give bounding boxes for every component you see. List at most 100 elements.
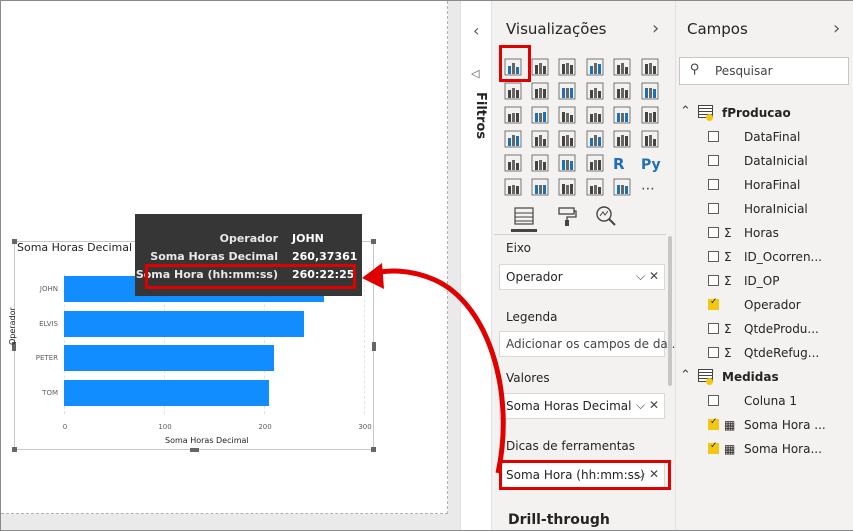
sigma-icon: Σ [724,346,732,360]
scatter-icon[interactable] [558,106,578,126]
checkbox[interactable] [708,395,719,406]
clustered-bar-icon[interactable] [558,58,578,78]
field-item[interactable]: DataInicial [676,151,851,173]
scrollbar[interactable] [668,236,672,386]
field-item[interactable]: Coluna 1 [676,391,851,413]
gauge-icon[interactable] [586,130,606,150]
slicer-icon[interactable] [531,154,551,174]
field-name: DataFinal [744,130,801,144]
fields-title: Campos [687,20,748,38]
kpi-icon[interactable] [504,154,524,174]
field-name: Soma Hora... [744,442,822,456]
bar[interactable] [64,310,304,337]
treemap-icon[interactable] [641,106,661,126]
tooltip-key: Operador [219,232,278,245]
field-name: HoraFinal [744,178,801,192]
filled-map-icon[interactable] [531,130,551,150]
multi-row-card-icon[interactable] [641,130,661,150]
field-item[interactable]: ✓ ▦ Soma Hora ... [676,415,851,437]
paint-roller-icon[interactable] [556,205,578,227]
analytics-magnifier-icon[interactable] [594,204,618,228]
field-item[interactable]: ✓ ▦ Soma Hora... [676,439,851,461]
checkbox[interactable] [708,203,719,214]
stacked-column-icon[interactable] [531,58,551,78]
matrix-icon[interactable] [586,154,606,174]
field-name: QtdeProdu... [744,322,819,336]
chevron-left-icon[interactable]: ‹ [473,21,479,40]
decomposition-tree-icon[interactable] [531,178,551,198]
donut-icon[interactable] [613,106,633,126]
field-item[interactable]: Σ QtdeRefug... [676,343,851,365]
map-icon[interactable] [504,130,524,150]
table-header[interactable]: ⌃ fProducao [676,103,851,125]
filters-label[interactable]: Filtros [473,92,488,139]
field-name: HoraInicial [744,202,808,216]
stacked-area-icon[interactable] [558,82,578,102]
search-input[interactable]: ⚲ Pesquisar [679,57,849,85]
values-field: Soma Horas Decimal [506,399,632,413]
python-visual-icon[interactable]: Py [641,154,661,174]
100-bar-icon[interactable] [613,58,633,78]
tooltip-key: Soma Horas Decimal [150,250,278,263]
checkbox[interactable]: ✓ [708,417,719,430]
checkbox[interactable] [708,323,719,334]
field-item[interactable]: Σ ID_Ocorren... [676,247,851,269]
card-icon[interactable] [613,130,633,150]
resize-handle[interactable] [12,447,17,452]
well-label-tooltips: Dicas de ferramentas [506,439,636,453]
checkbox[interactable] [708,251,719,262]
checkbox[interactable] [708,131,719,142]
line-column-stacked-icon[interactable] [613,82,633,102]
drill-through-header[interactable]: Drill-through [508,512,610,528]
checkbox[interactable]: ✓ [708,297,719,310]
field-item[interactable]: HoraFinal [676,175,851,197]
table-header[interactable]: ⌃ Medidas [676,367,851,389]
shape-map-icon[interactable] [558,130,578,150]
arcgis-icon[interactable] [613,178,633,198]
field-item[interactable]: Σ QtdeProdu... [676,319,851,341]
legend-placeholder: Adicionar os campos de da... [506,337,680,351]
field-item[interactable]: Σ ID_OP [676,271,851,293]
funnel-icon[interactable] [531,106,551,126]
clustered-column-icon[interactable] [586,58,606,78]
axis-well[interactable]: Operador ⌵ ✕ [499,264,665,290]
more-icon[interactable]: ⋯ [641,178,661,198]
chevron-up-icon[interactable]: ⌃ [680,368,691,383]
100-column-icon[interactable] [641,58,661,78]
area-chart-icon[interactable] [531,82,551,102]
bar[interactable] [64,345,274,371]
checkbox[interactable] [708,227,719,238]
resize-handle[interactable] [371,239,376,244]
checkbox[interactable] [708,155,719,166]
smart-narrative-icon[interactable] [586,178,606,198]
field-item[interactable]: DataFinal [676,127,851,149]
field-item[interactable]: Σ Horas [676,223,851,245]
checkbox[interactable] [708,275,719,286]
resize-handle[interactable] [190,448,199,452]
r-visual-icon[interactable]: R [613,154,633,174]
pie-icon[interactable] [586,106,606,126]
line-column-icon[interactable] [586,82,606,102]
qa-icon[interactable] [558,178,578,198]
bar[interactable] [64,379,269,406]
waterfall-icon[interactable] [504,106,524,126]
field-name: Horas [744,226,779,240]
line-chart-icon[interactable] [504,82,524,102]
table-icon[interactable] [558,154,578,174]
fields-tab-icon[interactable] [513,205,535,227]
field-item[interactable]: HoraInicial [676,199,851,221]
chevron-right-icon[interactable]: › [833,18,840,39]
legend-well[interactable]: Adicionar os campos de da... [499,331,679,357]
chevron-right-icon[interactable]: › [652,18,659,39]
checkbox[interactable] [708,347,719,358]
values-well[interactable]: Soma Horas Decimal ⌵ ✕ [499,393,665,419]
field-item[interactable]: ✓ Operador [676,295,851,317]
dropdown-remove-controls[interactable]: ⌵ ✕ [636,269,659,284]
dropdown-remove-controls[interactable]: ⌵ ✕ [636,398,659,413]
field-name: QtdeRefug... [744,346,820,360]
ribbon-chart-icon[interactable] [641,82,661,102]
key-influencers-icon[interactable] [504,178,524,198]
checkbox[interactable] [708,179,719,190]
chevron-up-icon[interactable]: ⌃ [680,104,691,119]
checkbox[interactable]: ✓ [708,441,719,454]
